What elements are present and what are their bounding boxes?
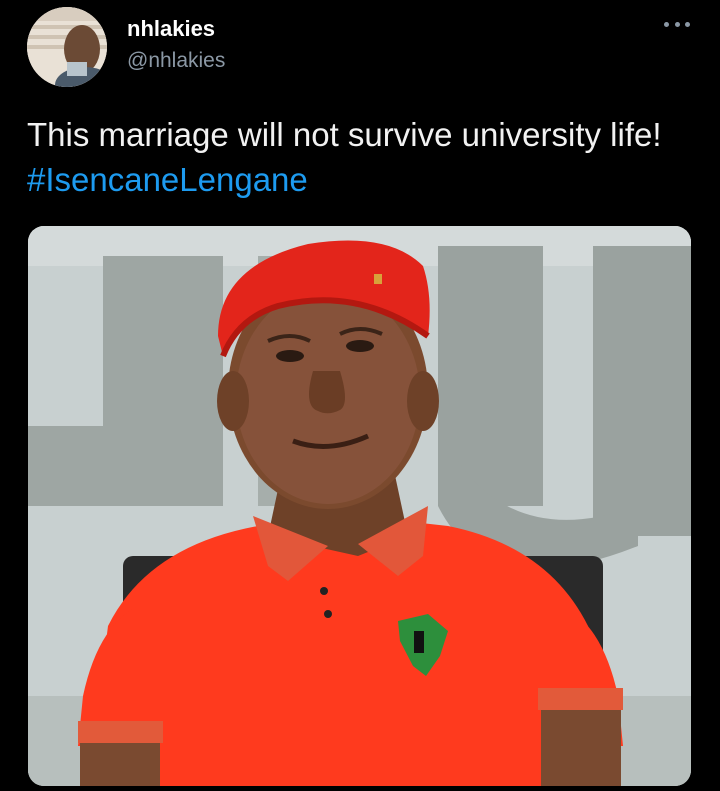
avatar[interactable] xyxy=(27,7,107,87)
tweet-header: nhlakies @nhlakies xyxy=(27,7,700,87)
user-info: nhlakies @nhlakies xyxy=(127,15,225,75)
user-handle[interactable]: @nhlakies xyxy=(127,47,225,75)
tweet-body-text: This marriage will not survive universit… xyxy=(27,116,662,153)
dot xyxy=(674,21,680,27)
dot xyxy=(685,21,690,27)
photo-man-red-beret-icon xyxy=(28,226,691,786)
tweet-photo[interactable] xyxy=(28,226,691,786)
more-options-icon[interactable] xyxy=(664,17,690,31)
display-name[interactable]: nhlakies xyxy=(127,15,225,43)
tweet: nhlakies @nhlakies This marriage will no… xyxy=(0,0,720,791)
tweet-text: This marriage will not survive universit… xyxy=(27,112,697,202)
profile-photo-icon xyxy=(27,7,107,87)
hashtag-link[interactable]: #IsencaneLengane xyxy=(27,161,308,198)
dot xyxy=(664,21,669,27)
